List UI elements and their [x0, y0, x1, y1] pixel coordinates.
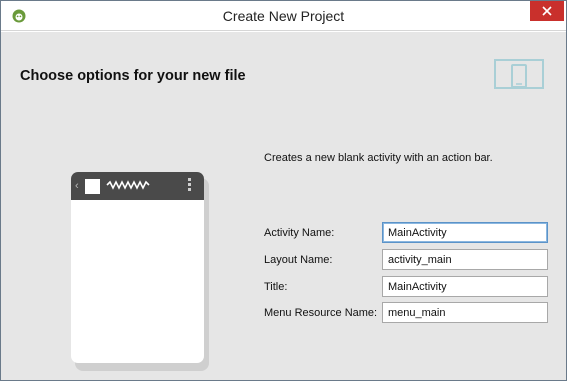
page-heading: Choose options for your new file [20, 68, 246, 84]
back-chevron-icon: ‹ [75, 180, 79, 192]
layout-name-input[interactable] [382, 249, 548, 270]
title-bar: Create New Project [1, 1, 566, 31]
device-form-factor-icon [494, 59, 544, 89]
dialog-window: Create New Project Choose options for yo… [0, 0, 567, 381]
title-placeholder-icon [106, 180, 150, 190]
layout-name-label: Layout Name: [264, 254, 333, 266]
close-button[interactable] [530, 1, 564, 21]
overflow-menu-icon [188, 178, 192, 194]
menu-resource-name-input[interactable] [382, 302, 548, 323]
dialog-content: Choose options for your new file ‹ Creat… [1, 32, 566, 380]
title-label: Title: [264, 281, 288, 293]
template-description: Creates a new blank activity with an act… [264, 152, 493, 164]
menu-resource-name-label: Menu Resource Name: [264, 307, 378, 319]
close-icon [542, 6, 552, 16]
app-logo-icon [85, 179, 100, 194]
window-title: Create New Project [222, 8, 345, 24]
title-input[interactable] [382, 276, 548, 297]
phone-preview: ‹ [71, 172, 204, 363]
activity-name-input[interactable] [382, 222, 548, 243]
phone-action-bar: ‹ [71, 172, 204, 200]
activity-name-label: Activity Name: [264, 227, 335, 239]
